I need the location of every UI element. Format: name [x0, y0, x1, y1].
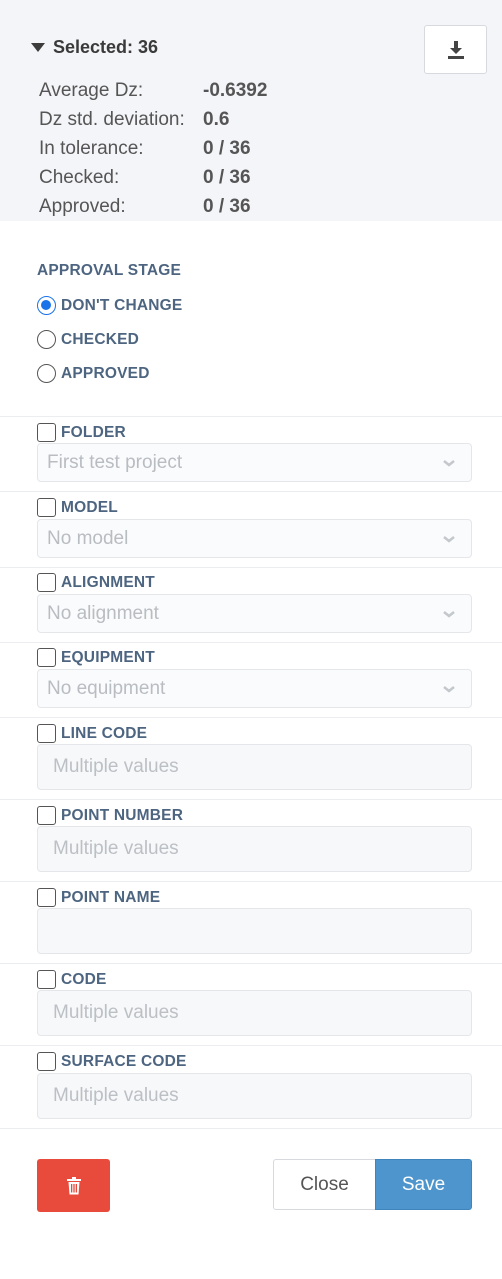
equipment-label: EQUIPMENT: [61, 648, 155, 666]
stat-value: 0 / 36: [203, 167, 251, 189]
stat-checked: Checked: 0 / 36: [39, 164, 267, 193]
divider: [0, 491, 502, 492]
save-button[interactable]: Save: [375, 1159, 472, 1210]
stat-in-tolerance: In tolerance: 0 / 36: [39, 134, 267, 163]
code-label: CODE: [61, 970, 107, 988]
model-select[interactable]: No model: [37, 519, 472, 558]
equipment-field-header[interactable]: EQUIPMENT: [37, 648, 155, 667]
point-number-placeholder: Multiple values: [53, 838, 179, 859]
point-name-label: POINT NAME: [61, 888, 161, 906]
line-code-label: LINE CODE: [61, 724, 148, 742]
point-number-input[interactable]: Multiple values: [37, 826, 472, 872]
equipment-select[interactable]: No equipment: [37, 669, 472, 708]
point-number-field-header[interactable]: POINT NUMBER: [37, 806, 183, 825]
selection-stats: Average Dz: -0.6392 Dz std. deviation: 0…: [39, 76, 267, 222]
radio-button-checked[interactable]: [37, 296, 56, 315]
chevron-down-icon: [443, 460, 455, 467]
stat-label: Average Dz:: [39, 79, 144, 101]
point-name-input[interactable]: [37, 908, 472, 954]
stat-dz-std-deviation: Dz std. deviation: 0.6: [39, 105, 267, 134]
alignment-checkbox[interactable]: [37, 573, 56, 592]
chevron-down-icon: [443, 611, 455, 618]
line-code-placeholder: Multiple values: [53, 756, 179, 777]
stat-value: 0 / 36: [203, 137, 251, 159]
point-name-field-header[interactable]: POINT NAME: [37, 888, 160, 907]
stat-value: 0.6: [203, 108, 230, 130]
radio-dont-change[interactable]: DON'T CHANGE: [37, 296, 182, 315]
equipment-checkbox[interactable]: [37, 648, 56, 667]
folder-label: FOLDER: [61, 423, 126, 441]
surface-code-input[interactable]: Multiple values: [37, 1073, 472, 1119]
model-checkbox[interactable]: [37, 498, 56, 517]
divider: [0, 416, 502, 417]
alignment-select-value: No alignment: [47, 602, 159, 624]
divider: [0, 642, 502, 643]
caret-down-icon: [31, 43, 45, 52]
approval-stage-title: APPROVAL STAGE: [37, 262, 182, 279]
radio-button[interactable]: [37, 330, 56, 349]
point-number-label: POINT NUMBER: [61, 806, 184, 824]
radio-label: DON'T CHANGE: [61, 296, 183, 314]
surface-code-label: SURFACE CODE: [61, 1052, 187, 1070]
stat-value: 0 / 36: [203, 196, 251, 218]
surface-code-placeholder: Multiple values: [53, 1085, 179, 1106]
stat-approved: Approved: 0 / 36: [39, 193, 267, 222]
radio-checked[interactable]: CHECKED: [37, 330, 139, 349]
model-label: MODEL: [61, 498, 118, 516]
code-input[interactable]: Multiple values: [37, 990, 472, 1036]
point-name-checkbox[interactable]: [37, 888, 56, 907]
surface-code-field-header[interactable]: SURFACE CODE: [37, 1052, 187, 1071]
chevron-down-icon: [443, 536, 455, 543]
divider: [0, 963, 502, 964]
stat-label: Checked:: [39, 167, 120, 189]
trash-icon: [66, 1176, 81, 1194]
line-code-checkbox[interactable]: [37, 724, 56, 743]
stat-label: Dz std. deviation:: [39, 108, 185, 130]
divider: [0, 881, 502, 882]
code-checkbox[interactable]: [37, 970, 56, 989]
equipment-select-value: No equipment: [47, 677, 166, 699]
stat-average-dz: Average Dz: -0.6392: [39, 76, 267, 105]
divider: [0, 717, 502, 718]
code-field-header[interactable]: CODE: [37, 970, 107, 989]
stat-value: -0.6392: [203, 79, 268, 101]
point-number-checkbox[interactable]: [37, 806, 56, 825]
stat-label: In tolerance:: [39, 137, 144, 159]
folder-select[interactable]: First test project: [37, 443, 472, 482]
download-button[interactable]: [424, 25, 487, 74]
alignment-select[interactable]: No alignment: [37, 594, 472, 633]
folder-select-value: First test project: [47, 451, 183, 473]
divider: [0, 1045, 502, 1046]
alignment-field-header[interactable]: ALIGNMENT: [37, 573, 155, 592]
alignment-label: ALIGNMENT: [61, 573, 155, 591]
radio-approved[interactable]: APPROVED: [37, 364, 150, 383]
close-button[interactable]: Close: [273, 1159, 376, 1210]
chevron-down-icon: [443, 686, 455, 693]
model-select-value: No model: [47, 527, 129, 549]
radio-label: CHECKED: [61, 330, 140, 348]
radio-label: APPROVED: [61, 364, 150, 382]
folder-checkbox[interactable]: [37, 423, 56, 442]
delete-button[interactable]: [37, 1159, 110, 1212]
divider: [0, 799, 502, 800]
divider: [0, 567, 502, 568]
line-code-input[interactable]: Multiple values: [37, 744, 472, 790]
radio-button[interactable]: [37, 364, 56, 383]
download-icon: [447, 40, 464, 59]
selection-title: Selected: 36: [53, 37, 159, 57]
selection-toggle[interactable]: Selected: 36: [31, 37, 158, 58]
line-code-field-header[interactable]: LINE CODE: [37, 724, 147, 743]
selection-summary-panel: Selected: 36 Average Dz: -0.6392 Dz std.…: [0, 0, 502, 221]
folder-field-header[interactable]: FOLDER: [37, 423, 126, 442]
surface-code-checkbox[interactable]: [37, 1052, 56, 1071]
model-field-header[interactable]: MODEL: [37, 498, 118, 517]
stat-label: Approved:: [39, 196, 126, 218]
code-placeholder: Multiple values: [53, 1002, 179, 1023]
divider: [0, 1128, 502, 1129]
